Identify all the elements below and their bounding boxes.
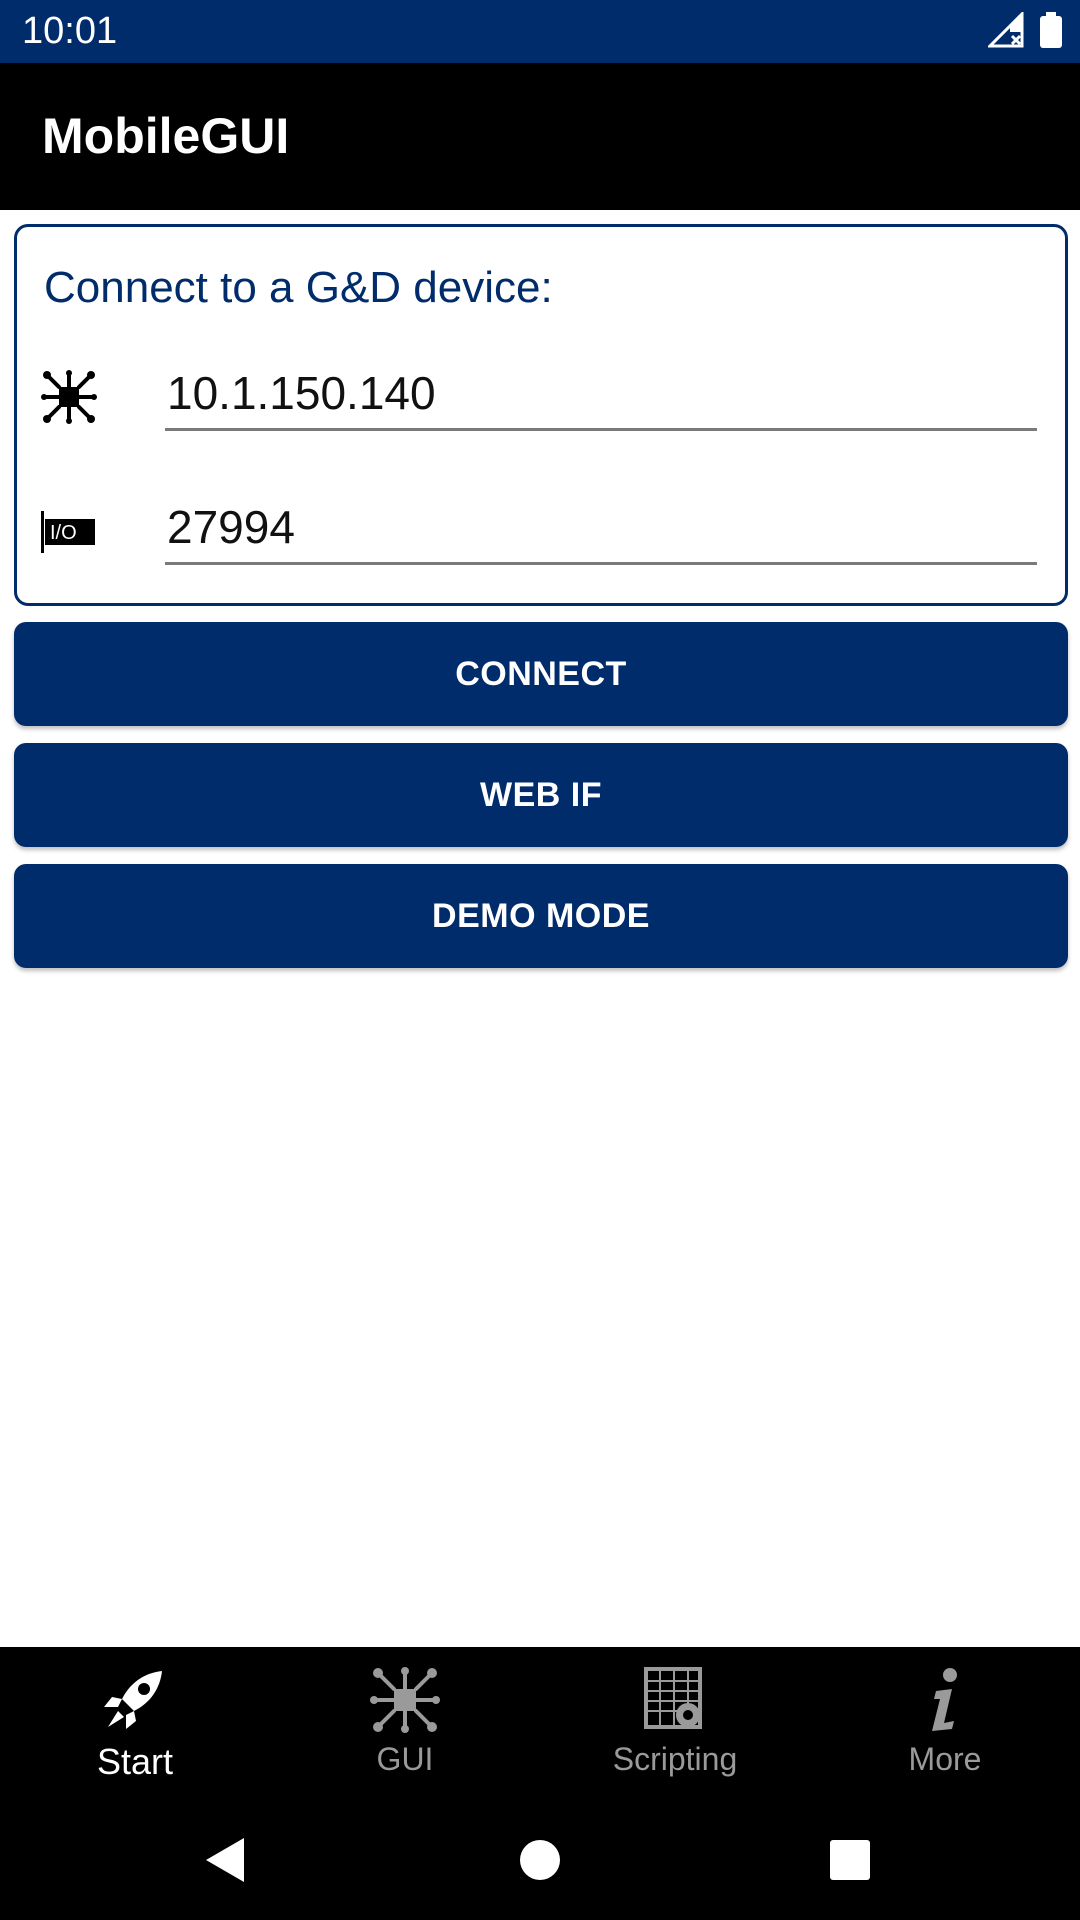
- nav-item-start[interactable]: Start: [0, 1647, 270, 1800]
- rocket-icon: [104, 1671, 162, 1729]
- app-title: MobileGUI: [42, 108, 290, 164]
- battery-icon: [1040, 12, 1062, 48]
- status-time: 10:01: [22, 10, 118, 52]
- network-device-icon: [370, 1667, 440, 1733]
- ip-field-row: [17, 357, 1065, 437]
- ip-address-input[interactable]: [165, 357, 1037, 431]
- web-if-button[interactable]: WEB IF: [14, 743, 1068, 847]
- nav-label-gui: GUI: [376, 1741, 434, 1777]
- port-field-row: I/O: [17, 491, 1065, 571]
- info-icon: [932, 1668, 957, 1731]
- nav-item-scripting[interactable]: Scripting: [540, 1647, 810, 1800]
- app-bar: MobileGUI: [0, 63, 1080, 210]
- nav-label-more: More: [908, 1741, 982, 1777]
- nav-label-start: Start: [96, 1741, 174, 1782]
- recents-icon[interactable]: [820, 1830, 880, 1890]
- status-bar: 10:01: [0, 0, 1080, 63]
- script-gear-icon: [644, 1667, 702, 1729]
- nav-item-gui[interactable]: GUI: [270, 1647, 540, 1800]
- network-device-icon: [41, 370, 97, 424]
- io-port-icon: I/O: [41, 511, 95, 553]
- bottom-nav: Start GUI Scripting More: [0, 1647, 1080, 1800]
- port-input[interactable]: [165, 491, 1037, 565]
- back-icon[interactable]: [196, 1830, 256, 1890]
- home-icon[interactable]: [510, 1830, 570, 1890]
- nav-label-scripting: Scripting: [612, 1741, 738, 1777]
- demo-mode-button[interactable]: DEMO MODE: [14, 864, 1068, 968]
- signal-no-data-icon: [988, 12, 1024, 48]
- nav-item-more[interactable]: More: [810, 1647, 1080, 1800]
- connect-card: Connect to a G&D device: 10.1.150.140 I/…: [14, 224, 1068, 606]
- system-nav-bar: [0, 1800, 1080, 1920]
- card-title: Connect to a G&D device:: [44, 263, 553, 312]
- svg-text:I/O: I/O: [50, 522, 77, 544]
- status-icons: [988, 12, 1062, 48]
- connect-button[interactable]: CONNECT: [14, 622, 1068, 726]
